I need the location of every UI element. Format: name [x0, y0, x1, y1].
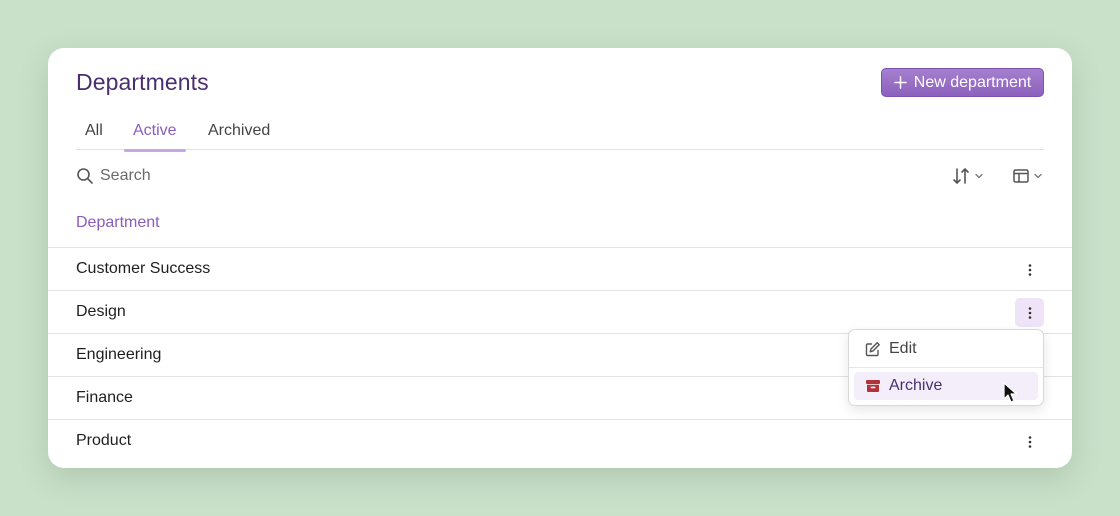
- menu-divider: [849, 367, 1043, 368]
- search-input[interactable]: [100, 167, 300, 185]
- columns-layout-icon: [1013, 169, 1029, 183]
- row-actions-button[interactable]: [1015, 427, 1044, 456]
- edit-icon: [865, 342, 880, 357]
- new-department-label: New department: [913, 73, 1032, 91]
- tab-archived[interactable]: Archived: [208, 122, 270, 151]
- mouse-pointer-icon: [1003, 382, 1017, 403]
- menu-item-label: Archive: [889, 377, 943, 394]
- plus-icon: [893, 76, 907, 89]
- column-header-department[interactable]: Department: [76, 214, 160, 232]
- tab-bar: All Active Archived: [76, 110, 1044, 152]
- chevron-down-icon: [1034, 173, 1042, 179]
- department-name: Finance: [76, 389, 133, 406]
- kebab-menu-icon: [1028, 435, 1031, 448]
- department-name: Design: [76, 303, 126, 320]
- row-actions-button[interactable]: [1015, 255, 1044, 284]
- menu-item-label: Edit: [889, 340, 917, 357]
- chevron-down-icon: [975, 173, 983, 179]
- archive-icon: [866, 380, 880, 392]
- row-actions-button[interactable]: [1015, 298, 1044, 327]
- table-row[interactable]: Design: [48, 290, 1072, 333]
- sort-button[interactable]: [951, 165, 984, 187]
- table-row[interactable]: Product: [48, 419, 1072, 462]
- page-title: Departments: [76, 69, 209, 95]
- search-icon: [77, 168, 93, 184]
- department-name: Customer Success: [76, 260, 211, 277]
- kebab-menu-icon: [1028, 263, 1031, 276]
- kebab-menu-icon: [1028, 306, 1031, 319]
- new-department-button[interactable]: New department: [881, 68, 1044, 97]
- menu-item-edit[interactable]: Edit: [854, 335, 1038, 363]
- tab-all[interactable]: All: [85, 122, 103, 151]
- tab-active[interactable]: Active: [124, 122, 186, 152]
- sort-arrows-icon: [953, 168, 969, 184]
- columns-button[interactable]: [1012, 165, 1043, 187]
- table-row[interactable]: Customer Success: [48, 247, 1072, 290]
- department-name: Product: [76, 432, 132, 449]
- search-box[interactable]: [76, 164, 316, 188]
- departments-card: Departments New department All Active Ar…: [48, 48, 1072, 468]
- department-name: Engineering: [76, 346, 162, 363]
